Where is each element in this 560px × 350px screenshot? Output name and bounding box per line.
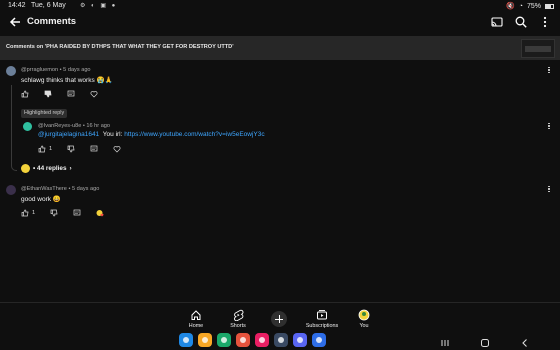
nav-subscriptions[interactable]: Subscriptions <box>302 309 342 329</box>
home-button-icon[interactable] <box>480 335 490 347</box>
comment-text: schlawg thinks that works 😭🙏 <box>21 77 113 84</box>
back-button-icon[interactable] <box>520 335 530 347</box>
cast-icon[interactable] <box>490 15 504 29</box>
reply-text: @jurgitajelagina1641 You irl: https://ww… <box>38 131 265 138</box>
comment-text: good work 😄 <box>21 196 61 203</box>
reply-icon <box>90 145 98 152</box>
thread-connector <box>11 85 17 171</box>
thumbs-up-icon <box>21 209 29 217</box>
create-plus-icon[interactable] <box>271 311 287 327</box>
contacts-app-icon[interactable] <box>236 333 250 347</box>
nav-home[interactable]: Home <box>176 309 216 329</box>
comment-author[interactable]: @EthanWasThere <box>21 186 67 192</box>
heart-icon <box>113 146 121 153</box>
phone-app-icon[interactable] <box>217 333 231 347</box>
video-context-title: Comments on 'PHA RAIDED BY DTHPS THAT WH… <box>6 44 234 50</box>
highlighted-reply-badge: Highlighted reply <box>21 109 68 118</box>
thumbs-up-icon <box>21 90 29 98</box>
wifi-icon: ◔ <box>518 2 523 10</box>
thumbs-down-icon <box>50 209 58 217</box>
reply-button[interactable] <box>73 209 81 217</box>
like-button[interactable] <box>21 90 29 98</box>
comment-meta: @EthanWasThere • 5 days ago <box>21 186 100 192</box>
dislike-button[interactable] <box>44 90 52 98</box>
nav-shorts-label: Shorts <box>230 323 246 329</box>
shorts-icon <box>232 309 244 322</box>
battery-percent: 75% <box>526 2 541 10</box>
status-time: 14:42 <box>8 2 26 9</box>
thumbs-down-icon <box>67 145 75 153</box>
like-button[interactable]: 1 <box>21 209 35 217</box>
avatar[interactable] <box>23 122 32 131</box>
status-date: Tue, 6 May <box>31 2 66 9</box>
gallery-app-icon[interactable] <box>255 333 269 347</box>
page-title: Comments <box>27 16 77 27</box>
reply-meta: @IvanReyes-u8e • 16 hr ago <box>38 123 111 129</box>
heart-button[interactable] <box>90 90 98 98</box>
nav-shorts[interactable]: Shorts <box>218 309 258 329</box>
subscriptions-icon <box>316 309 328 321</box>
search-icon[interactable] <box>514 15 528 29</box>
system-taskbar <box>0 331 560 350</box>
like-button[interactable]: 1 <box>38 145 52 153</box>
comment-age: 5 days ago <box>63 67 91 73</box>
reply-more-icon[interactable] <box>546 122 552 132</box>
recent-apps-icon[interactable] <box>440 335 450 346</box>
nav-you[interactable]: You <box>344 309 384 329</box>
avatar[interactable] <box>6 66 16 76</box>
reply-author[interactable]: @IvanReyes-u8e <box>38 123 81 129</box>
video-context-bar[interactable]: Comments on 'PHA RAIDED BY DTHPS THAT WH… <box>0 36 560 60</box>
discord-app-icon[interactable] <box>293 333 307 347</box>
dislike-button[interactable] <box>67 145 75 153</box>
creator-heart-icon <box>96 210 104 217</box>
status-bar: 14:42 Tue, 6 May ⚙ ◐ ▣ ● 🔇 ◔ 75% <box>0 0 560 12</box>
thumbs-up-icon <box>38 145 46 153</box>
heart-button[interactable] <box>113 145 121 153</box>
creator-heart-badge[interactable] <box>96 209 104 217</box>
reply-age: 16 hr ago <box>86 123 111 129</box>
comment-more-icon[interactable] <box>546 66 552 76</box>
video-thumbnail[interactable] <box>521 39 555 58</box>
like-count: 1 <box>49 146 53 152</box>
sound-icon: 🔇 <box>506 3 515 10</box>
reply-text-prefix: You irl: <box>102 131 123 138</box>
reply-button[interactable] <box>90 145 98 153</box>
comment-meta: @prragluemon • 5 days ago <box>21 67 91 73</box>
comment-more-icon[interactable] <box>546 185 552 195</box>
apps-grid-icon[interactable] <box>274 333 288 347</box>
reply-icon <box>73 209 81 216</box>
back-arrow-icon[interactable] <box>8 15 22 29</box>
nav-home-label: Home <box>188 323 204 329</box>
you-avatar-icon <box>358 309 370 321</box>
heart-icon <box>90 91 98 98</box>
like-count: 1 <box>32 210 36 216</box>
reply-icon <box>67 90 75 97</box>
nav-you-label: You <box>359 323 369 329</box>
video-url-link[interactable]: https://www.youtube.com/watch?v=iw5eEowj… <box>124 131 264 138</box>
app-dock <box>179 333 326 347</box>
nav-subscriptions-label: Subscriptions <box>305 323 339 329</box>
reply-button[interactable] <box>67 90 75 98</box>
home-icon <box>190 309 202 321</box>
comment-age: 5 days ago <box>71 186 100 192</box>
avatar <box>21 164 30 173</box>
messages-app-icon[interactable] <box>179 333 193 347</box>
notification-icons: ⚙ ◐ ▣ ● <box>80 3 118 9</box>
battery-icon <box>545 3 554 9</box>
more-options-icon[interactable] <box>538 15 552 29</box>
chevron-right-icon: › <box>69 165 72 172</box>
view-replies-button[interactable]: • 44 replies › <box>21 164 72 173</box>
mention-link[interactable]: @jurgitajelagina1641 <box>38 131 99 138</box>
app-bar: Comments <box>0 12 560 34</box>
comment-author[interactable]: @prragluemon <box>21 67 58 73</box>
thumbs-down-icon <box>44 90 52 98</box>
files-app-icon[interactable] <box>198 333 212 347</box>
roblox-app-icon[interactable] <box>312 333 326 347</box>
avatar[interactable] <box>6 185 16 195</box>
dislike-button[interactable] <box>50 209 58 217</box>
bottom-navigation: Home Shorts Subscriptions You <box>0 302 560 331</box>
replies-count: 44 replies <box>37 165 67 172</box>
